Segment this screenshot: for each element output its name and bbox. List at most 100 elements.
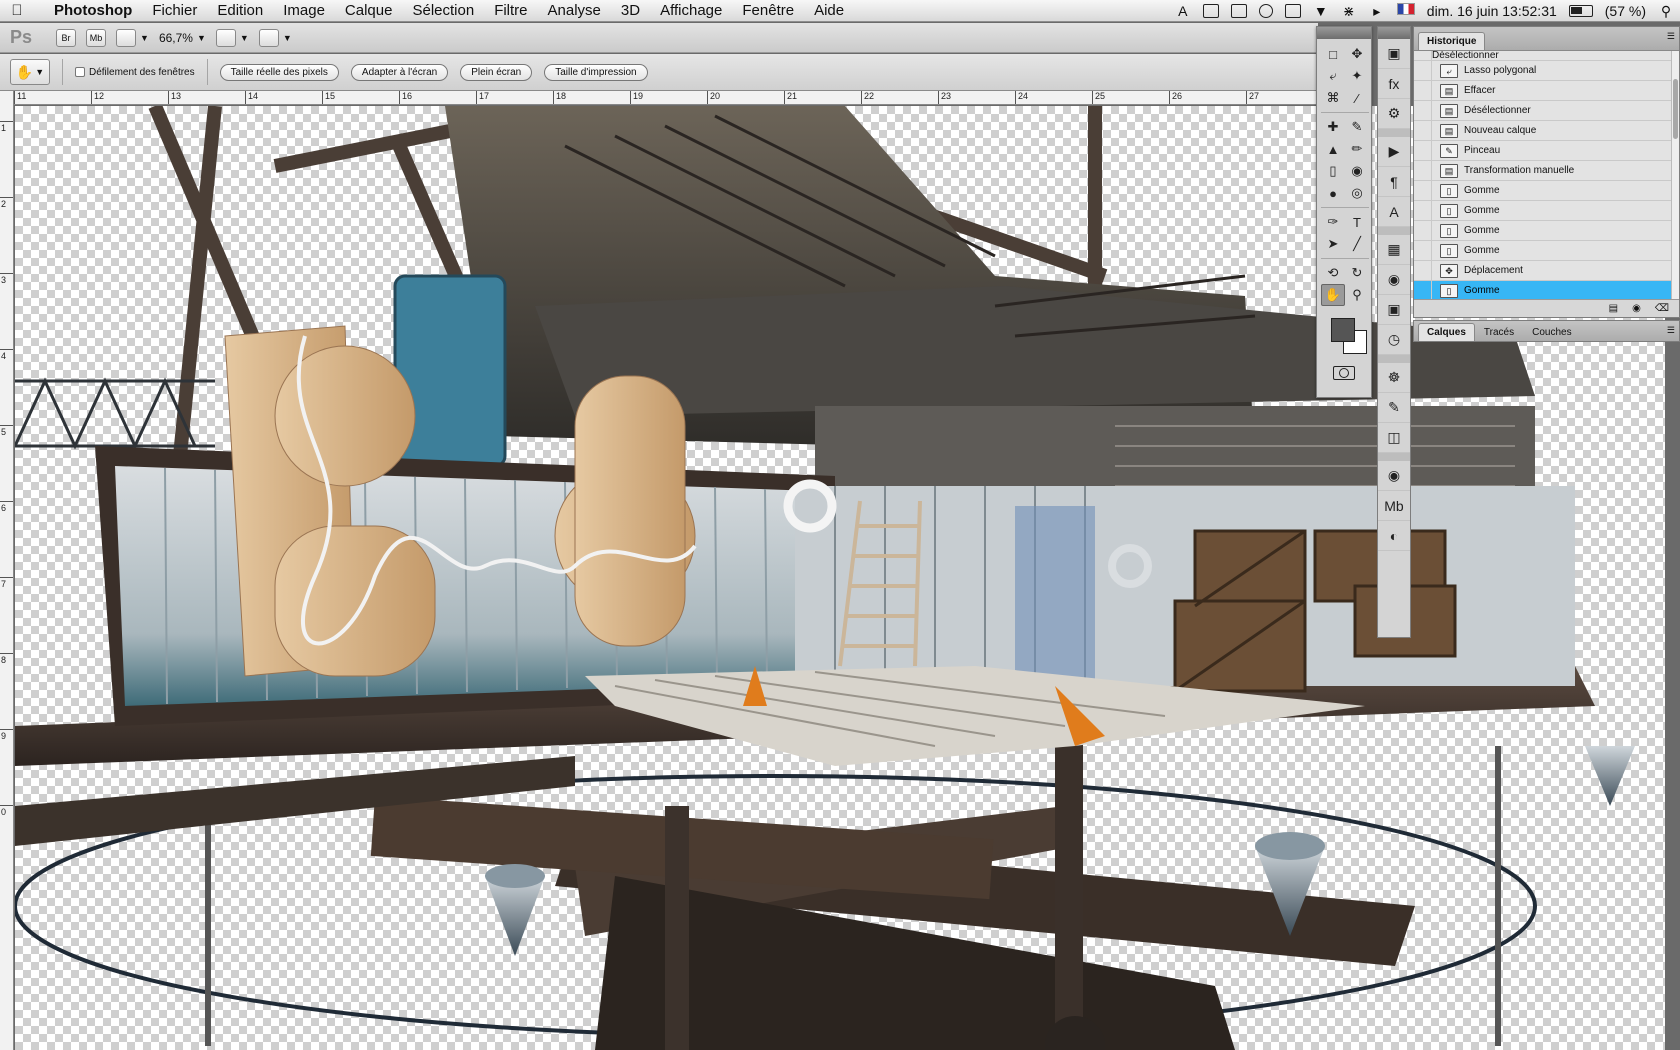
animation-panel-icon[interactable]: ▶ (1378, 137, 1410, 167)
tab-couches[interactable]: Couches (1523, 323, 1580, 341)
masks-panel-icon[interactable]: ▣ (1378, 295, 1410, 325)
new-document-from-state-icon[interactable]: ▤ (1609, 303, 1618, 314)
arrange-documents-dropdown[interactable]: ▼ (215, 28, 249, 47)
eyedropper-tool-icon[interactable]: ⁄ (1345, 87, 1369, 109)
navigator-panel-icon[interactable]: ◐ (1378, 521, 1410, 551)
menu-filtre[interactable]: Filtre (494, 2, 527, 19)
display-icon[interactable] (1284, 4, 1301, 18)
clock[interactable]: dim. 16 juin 13:52:31 (1427, 3, 1557, 19)
horizontal-ruler[interactable]: 11 12 13 14 15 16 17 18 19 20 21 22 23 24 25 26 27 (14, 91, 1318, 105)
scroll-all-windows-checkbox[interactable]: Défilement des fenêtres (75, 67, 195, 78)
wifi-icon[interactable]: ▼ (1313, 4, 1329, 18)
dropbox-icon[interactable] (1202, 4, 1219, 18)
print-size-button[interactable]: Taille d'impression (544, 63, 648, 81)
menu-image[interactable]: Image (283, 2, 325, 19)
paint-bucket-tool-icon[interactable]: ◉ (1345, 160, 1369, 182)
view-extras-dropdown[interactable]: ▼ (116, 28, 149, 47)
tab-historique[interactable]: Historique (1418, 32, 1486, 50)
path-selection-tool-icon[interactable]: ➤ (1321, 233, 1345, 255)
new-snapshot-icon[interactable]: ◉ (1632, 303, 1641, 314)
battery-icon[interactable] (1568, 5, 1593, 17)
zoom-tool-icon[interactable]: ⚲ (1345, 284, 1369, 306)
history-item[interactable]: ▯ Gomme (1414, 200, 1679, 221)
screen-mode-dropdown[interactable]: ▼ (258, 28, 292, 47)
menu-fenetre[interactable]: Fenêtre (742, 2, 794, 19)
quick-mask-icon[interactable] (1333, 366, 1355, 380)
history-item[interactable]: ▯ Gomme (1414, 220, 1679, 241)
history-item[interactable]: ✥ Déplacement (1414, 260, 1679, 281)
font-icon[interactable]: A (1175, 4, 1191, 18)
fit-screen-button[interactable]: Adapter à l'écran (350, 63, 449, 81)
magic-wand-tool-icon[interactable]: ✦ (1345, 65, 1369, 87)
mini-bridge-panel-icon[interactable]: Mb (1378, 491, 1410, 521)
history-item[interactable]: ▤ Nouveau calque (1414, 120, 1679, 141)
healing-brush-tool-icon[interactable]: ✚ (1321, 116, 1345, 138)
battery-percent[interactable]: (57 %) (1605, 3, 1646, 19)
eraser-tool-icon[interactable]: ▯ (1321, 160, 1345, 182)
app-menu[interactable]: Photoshop (54, 2, 132, 19)
menu-aide[interactable]: Aide (814, 2, 844, 19)
mini-bridge-button[interactable]: Mb (86, 28, 107, 47)
history-item[interactable]: ▯ Gomme (1414, 180, 1679, 201)
marquee-tool-icon[interactable]: □ (1321, 43, 1345, 65)
tool-preset-picker[interactable]: ✋ ▼ (10, 59, 50, 85)
move-tool-icon[interactable]: ✥ (1345, 43, 1369, 65)
panel-menu-icon[interactable]: ☰ (1667, 31, 1675, 42)
trash-icon[interactable]: ⌫ (1655, 303, 1669, 314)
tab-traces[interactable]: Tracés (1475, 323, 1523, 341)
time-machine-icon[interactable] (1258, 4, 1273, 18)
history-scrollbar[interactable] (1671, 51, 1679, 299)
input-source-flag-icon[interactable] (1396, 3, 1415, 15)
apple-menu-icon[interactable]:  (0, 2, 34, 19)
brush-presets-panel-icon[interactable]: ◫ (1378, 423, 1410, 453)
foreground-color-swatch[interactable] (1331, 318, 1355, 342)
swatches-panel-icon[interactable]: ☸ (1378, 363, 1410, 393)
type-tool-icon[interactable]: T (1345, 211, 1369, 233)
brush-tool-icon[interactable]: ✎ (1345, 116, 1369, 138)
checkbox-box[interactable] (75, 67, 85, 77)
menu-edition[interactable]: Edition (217, 2, 263, 19)
history-item-active[interactable]: ▯ Gomme (1414, 280, 1679, 299)
menu-selection[interactable]: Sélection (412, 2, 474, 19)
lasso-tool-icon[interactable]: ⤶ (1321, 65, 1345, 87)
3d-panel-icon[interactable]: ◉ (1378, 265, 1410, 295)
character-panel-icon[interactable]: A (1378, 197, 1410, 227)
styles-panel-icon[interactable]: ▣ (1378, 39, 1410, 69)
clone-source-panel-icon[interactable]: ◷ (1378, 325, 1410, 355)
history-item[interactable]: ✎ Pinceau (1414, 140, 1679, 161)
panel-grip[interactable] (1317, 27, 1371, 39)
camera-panel-icon[interactable]: ◉ (1378, 461, 1410, 491)
menu-affichage[interactable]: Affichage (660, 2, 722, 19)
dodge-tool-icon[interactable]: ◎ (1345, 182, 1369, 204)
menu-fichier[interactable]: Fichier (152, 2, 197, 19)
menu-analyse[interactable]: Analyse (548, 2, 601, 19)
3d-rotate-tool-icon[interactable]: ⟲ (1321, 262, 1345, 284)
clone-stamp-tool-icon[interactable]: ▲ (1321, 138, 1345, 160)
history-brush-tool-icon[interactable]: ✏ (1345, 138, 1369, 160)
crop-tool-icon[interactable]: ⌘ (1321, 87, 1345, 109)
volume-icon[interactable]: ▸ (1369, 4, 1385, 18)
3d-orbit-tool-icon[interactable]: ↻ (1345, 262, 1369, 284)
app-extra-icon[interactable] (1230, 4, 1247, 18)
zoom-dropdown[interactable]: 66,7% ▼ (159, 31, 206, 45)
paragraph-panel-icon[interactable]: ¶ (1378, 167, 1410, 197)
history-item[interactable]: ▤ Désélectionner (1414, 100, 1679, 121)
bridge-button[interactable]: Br (56, 28, 77, 47)
grid-panel-icon[interactable]: ▦ (1378, 235, 1410, 265)
history-item[interactable]: ▤ Effacer (1414, 80, 1679, 101)
menu-3d[interactable]: 3D (621, 2, 640, 19)
tab-calques[interactable]: Calques (1418, 323, 1475, 341)
actual-pixels-button[interactable]: Taille réelle des pixels (219, 63, 339, 81)
vertical-ruler[interactable]: 1 2 3 4 5 6 7 8 9 0 (0, 91, 14, 1050)
panel-grip[interactable] (1378, 27, 1410, 39)
history-item[interactable]: Désélectionner (1414, 51, 1679, 61)
hand-tool-icon[interactable]: ✋ (1321, 284, 1345, 306)
history-item[interactable]: ⤶ Lasso polygonal (1414, 60, 1679, 81)
history-item[interactable]: ▯ Gomme (1414, 240, 1679, 261)
pen-tool-icon[interactable]: ✑ (1321, 211, 1345, 233)
menu-calque[interactable]: Calque (345, 2, 393, 19)
full-screen-button[interactable]: Plein écran (460, 63, 533, 81)
panel-menu-icon[interactable]: ☰ (1667, 325, 1675, 336)
blur-tool-icon[interactable]: ● (1321, 182, 1345, 204)
history-item[interactable]: ▤ Transformation manuelle (1414, 160, 1679, 181)
